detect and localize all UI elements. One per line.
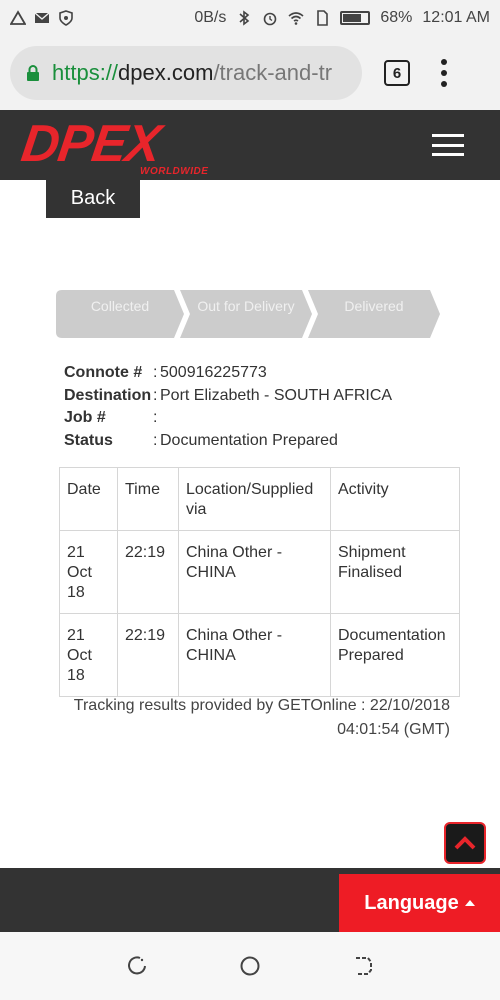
shipment-details: Connote # : 500916225773 Destination : P… <box>64 362 392 452</box>
language-label: Language <box>364 891 459 914</box>
connote-label: Connote # <box>64 364 143 382</box>
wifi-icon <box>288 12 304 25</box>
android-nav-bar <box>0 932 500 1000</box>
alarm-icon <box>264 12 277 26</box>
step-out-for-delivery: Out for Delivery <box>180 290 312 338</box>
cell-activity: Documentation Prepared <box>330 613 460 697</box>
step-delivered: Delivered <box>308 290 440 338</box>
home-icon[interactable] <box>239 955 261 977</box>
url-path: /track-and-tr <box>213 60 333 85</box>
separator: : <box>153 409 158 427</box>
dpex-logo[interactable]: DPEX WORLDWIDE <box>18 115 208 177</box>
cell-location: China Other - CHINA <box>178 530 331 614</box>
table-row: 21 Oct 18 22:19 China Other - CHINA Ship… <box>59 530 460 614</box>
url-scheme: https:// <box>52 60 119 85</box>
cell-location: China Other - CHINA <box>178 613 331 697</box>
table-header-row: Date Time Location/Supplied via Activity <box>59 467 460 531</box>
browser-toolbar: https://dpex.com/track-and-tr 6 <box>0 36 500 110</box>
cell-date: 21 Oct 18 <box>59 530 118 614</box>
recent-apps-icon[interactable] <box>126 955 148 977</box>
step-label: Delivered <box>344 298 404 314</box>
connote-row: Connote # : 500916225773 <box>64 362 392 385</box>
tracking-progress: Collected Out for Delivery Delivered <box>56 290 440 338</box>
status-value: Documentation Prepared <box>160 431 338 449</box>
status-bar: 0B/s 68% 12:01 AM <box>0 0 500 36</box>
destination-row: Destination : Port Elizabeth - SOUTH AFR… <box>64 385 392 408</box>
tracking-provider-note: Tracking results provided by GETOnline :… <box>73 697 450 738</box>
step-collected: Collected <box>56 290 184 338</box>
job-label: Job # <box>64 409 106 427</box>
step-label: Out for Delivery <box>197 298 295 314</box>
back-nav-icon[interactable] <box>352 955 374 977</box>
clock: 12:01 AM <box>422 9 490 26</box>
cell-time: 22:19 <box>117 530 179 614</box>
url-host: dpex.com <box>118 60 214 85</box>
mail-icon <box>34 12 50 23</box>
chevron-up-icon <box>454 836 476 850</box>
job-row: Job # : <box>64 407 392 430</box>
status-label: Status <box>64 431 113 449</box>
cell-date: 21 Oct 18 <box>59 613 118 697</box>
header-date: Date <box>59 467 118 531</box>
browser-menu-icon[interactable] <box>440 59 448 87</box>
address-bar[interactable]: https://dpex.com/track-and-tr <box>10 46 362 100</box>
back-button[interactable]: Back <box>46 168 140 218</box>
bluetooth-icon <box>239 10 250 26</box>
tracking-table: Date Time Location/Supplied via Activity… <box>59 467 460 697</box>
destination-label: Destination <box>64 386 152 404</box>
step-label: Collected <box>90 298 150 314</box>
battery-percent: 68% <box>380 9 413 26</box>
scroll-to-top-button[interactable] <box>444 822 486 864</box>
caret-up-icon <box>464 900 475 906</box>
battery-icon <box>340 11 371 25</box>
lock-icon <box>27 65 39 81</box>
language-button[interactable]: Language <box>339 874 500 932</box>
url-text: https://dpex.com/track-and-tr <box>52 60 332 86</box>
logo-subtext: WORLDWIDE <box>140 166 209 177</box>
network-speed: 0B/s <box>194 9 227 26</box>
cell-time: 22:19 <box>117 613 179 697</box>
separator: : <box>153 431 158 449</box>
header-activity: Activity <box>330 467 460 531</box>
separator: : <box>153 364 158 382</box>
warning-triangle-icon <box>10 10 26 25</box>
tab-switcher-button[interactable]: 6 <box>384 60 410 86</box>
header-time: Time <box>117 467 179 531</box>
cell-activity: Shipment Finalised <box>330 530 460 614</box>
connote-value: 500916225773 <box>160 364 267 382</box>
logo-text: DPEX <box>17 115 164 173</box>
header-location: Location/Supplied via <box>178 467 331 531</box>
status-row: Status : Documentation Prepared <box>64 430 392 453</box>
sim-icon <box>317 10 329 26</box>
separator: : <box>153 386 158 404</box>
shield-icon <box>59 10 73 26</box>
destination-value: Port Elizabeth - SOUTH AFRICA <box>160 386 393 404</box>
table-row: 21 Oct 18 22:19 China Other - CHINA Docu… <box>59 613 460 697</box>
hamburger-menu-icon[interactable] <box>432 134 464 156</box>
